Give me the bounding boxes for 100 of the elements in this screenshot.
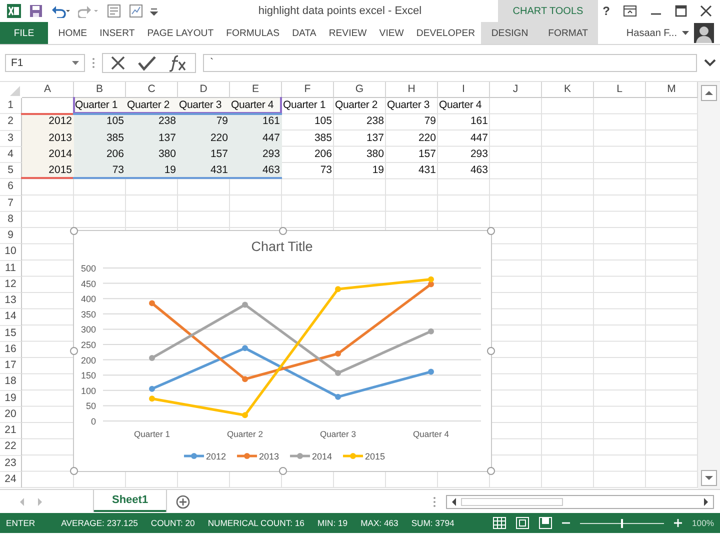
data-line[interactable] [149, 345, 434, 400]
expand-icon[interactable] [704, 59, 716, 67]
formula-field[interactable]: ` [203, 54, 697, 72]
add-sheet-icon[interactable] [176, 494, 190, 508]
ribbon-tab[interactable]: FORMULAS [220, 22, 286, 44]
resize-handle[interactable] [487, 227, 495, 235]
line-chart[interactable]: Chart Title 0 50 100 150 200 250 300 350 400 450 500 Quarter 1 Quarter 2 Quarter 3 Quarter 4 2012 2013 2014 2015 [73, 230, 492, 472]
ribbon-tab[interactable]: VIEW [373, 22, 410, 44]
ribbon-tab[interactable]: FORMAT [538, 22, 598, 44]
save-icon[interactable] [28, 3, 44, 19]
row-header[interactable]: 5 [0, 163, 22, 180]
data-line[interactable] [149, 276, 434, 418]
row-header[interactable]: 6 [0, 179, 22, 196]
status-statistic[interactable]: MAX: 463 [360, 518, 398, 528]
resize-handle[interactable] [70, 347, 78, 355]
ribbon-tab[interactable]: HOME [52, 22, 94, 44]
horizontal-scrollbar[interactable] [446, 494, 714, 508]
caret-icon[interactable] [682, 30, 689, 36]
scroll-right-icon[interactable] [701, 496, 711, 506]
undo-icon[interactable] [50, 4, 72, 18]
table-cell: 206 [74, 146, 126, 163]
resize-handle[interactable] [70, 227, 78, 235]
grip-icon[interactable] [433, 496, 436, 508]
row-header[interactable]: 3 [0, 130, 22, 147]
row-header[interactable]: 16 [0, 342, 22, 358]
ribbon-tab[interactable]: DESIGN [481, 22, 538, 44]
column-header[interactable]: K [542, 82, 594, 98]
user-name[interactable]: Hasaan F... [626, 28, 677, 38]
row-header[interactable]: 15 [0, 326, 22, 342]
zoom-in-icon[interactable] [674, 519, 682, 527]
row-header[interactable]: 17 [0, 358, 22, 374]
ribbon-display-icon[interactable] [623, 5, 637, 17]
vertical-scrollbar[interactable] [698, 82, 720, 489]
data-line[interactable] [149, 281, 434, 382]
resize-handle[interactable] [278, 467, 286, 475]
column-header[interactable]: G [334, 82, 386, 98]
scroll-up-icon[interactable] [701, 85, 717, 101]
status-statistic[interactable]: NUMERICAL COUNT: 16 [208, 518, 304, 528]
row-header[interactable]: 24 [0, 472, 22, 488]
row-header[interactable]: 22 [0, 439, 22, 456]
sheet-tab[interactable]: Sheet1 [94, 490, 166, 512]
row-header[interactable]: 7 [0, 196, 22, 212]
column-header[interactable]: J [490, 82, 542, 98]
column-header[interactable]: F [282, 82, 334, 98]
resize-handle[interactable] [70, 467, 78, 475]
row-header[interactable]: 10 [0, 244, 22, 260]
row-header[interactable]: 18 [0, 374, 22, 390]
row-header[interactable]: 14 [0, 309, 22, 326]
row-header[interactable]: 21 [0, 423, 22, 440]
cancel-icon[interactable] [110, 55, 126, 71]
row-header[interactable]: 11 [0, 260, 22, 277]
status-statistic[interactable]: MIN: 19 [317, 518, 348, 528]
resize-handle[interactable] [487, 347, 495, 355]
name-box[interactable]: F1 [5, 54, 85, 72]
normal-view-icon[interactable] [493, 517, 506, 529]
row-header[interactable]: 4 [0, 146, 22, 163]
row-header[interactable]: 12 [0, 276, 22, 293]
row-header[interactable]: 13 [0, 293, 22, 310]
customize-icon[interactable] [150, 6, 158, 16]
chart-title[interactable]: Chart Title [251, 239, 313, 254]
ribbon-tab[interactable]: INSERT [93, 22, 141, 44]
scroll-thumb[interactable] [461, 498, 563, 506]
data-line[interactable] [149, 302, 434, 376]
scroll-down-icon[interactable] [701, 470, 717, 486]
avatar[interactable] [694, 23, 714, 43]
form-icon[interactable] [106, 3, 122, 19]
row-header[interactable]: 2 [0, 114, 22, 130]
ribbon-tab[interactable]: FILE [0, 22, 48, 44]
status-statistic[interactable]: COUNT: 20 [150, 518, 195, 528]
close-icon[interactable] [700, 5, 712, 17]
column-header[interactable]: H [386, 82, 438, 98]
row-header[interactable]: 1 [0, 98, 22, 114]
column-header[interactable]: A [22, 82, 74, 98]
row-header[interactable]: 8 [0, 212, 22, 228]
axis-label: Quarter 4 [413, 429, 449, 439]
ribbon-tab[interactable]: DATA [286, 22, 323, 44]
caret-icon[interactable] [72, 60, 79, 66]
point [242, 412, 248, 418]
status-statistic[interactable]: SUM: 3794 [411, 518, 454, 528]
ribbon-tab[interactable]: REVIEW [322, 22, 373, 44]
row-header[interactable]: 9 [0, 228, 22, 244]
row-header[interactable]: 20 [0, 406, 22, 423]
row-header[interactable]: 23 [0, 456, 22, 472]
zoom-level[interactable]: 100% [692, 518, 714, 528]
function-icon[interactable] [168, 54, 188, 72]
check-icon[interactable] [138, 55, 156, 71]
maximize-icon[interactable] [675, 5, 687, 17]
status-statistic[interactable]: AVERAGE: 237.125 [61, 518, 138, 528]
page-layout-icon[interactable] [516, 517, 530, 529]
column-header[interactable]: I [438, 82, 490, 98]
resize-handle[interactable] [278, 227, 286, 235]
ribbon-tab[interactable]: DEVELOPER [410, 22, 482, 44]
chart-icon[interactable] [128, 3, 144, 19]
help-button[interactable]: ? [602, 4, 610, 18]
column-header[interactable]: L [594, 82, 646, 98]
page-break-icon[interactable] [539, 517, 552, 529]
resize-handle[interactable] [487, 467, 495, 475]
row-header[interactable]: 19 [0, 390, 22, 407]
ribbon-tab[interactable]: PAGE LAYOUT [140, 22, 220, 44]
axis-label: 450 [80, 278, 96, 289]
